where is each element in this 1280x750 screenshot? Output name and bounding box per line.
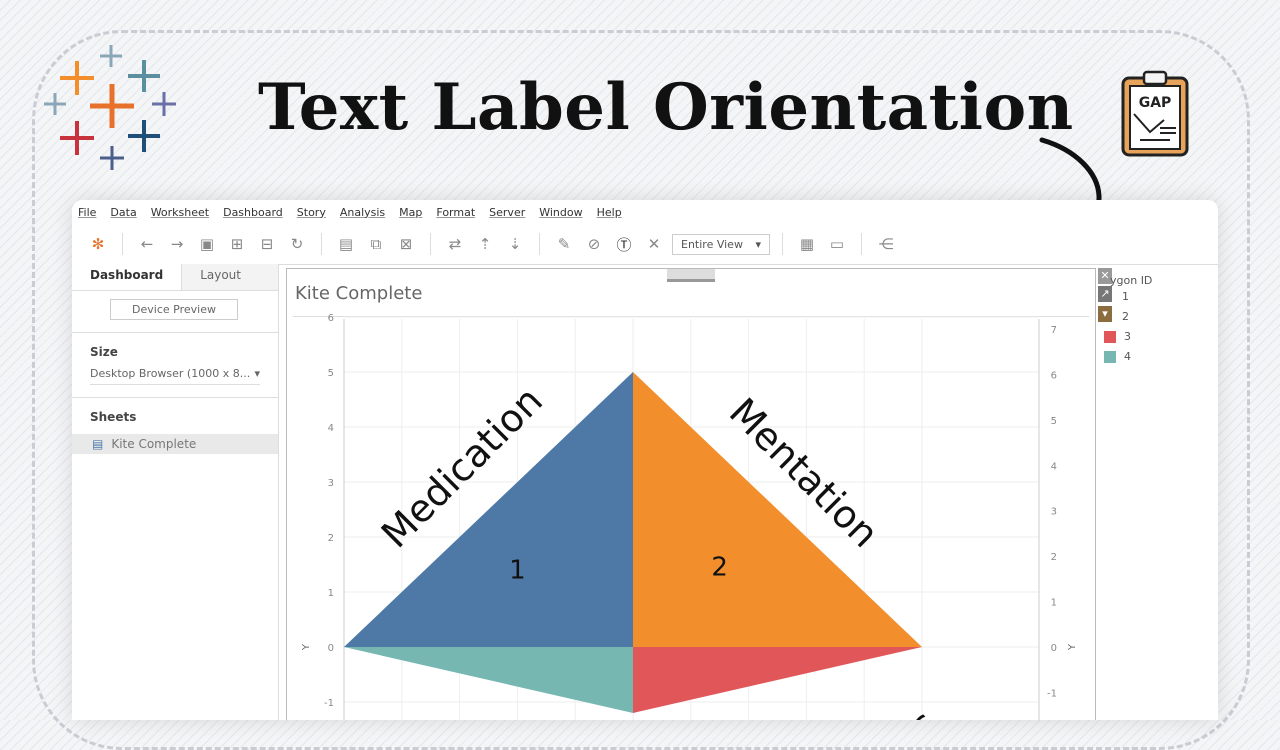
page-title: Text Label Orientation bbox=[258, 70, 1074, 145]
legend-label-4: 4 bbox=[1124, 350, 1131, 363]
save-icon[interactable]: ▣ bbox=[195, 235, 219, 253]
left-tick-label: 5 bbox=[328, 368, 334, 379]
chevron-down-icon: ▾ bbox=[755, 237, 761, 251]
fit-dropdown-value: Entire View bbox=[681, 237, 743, 251]
kite-chart: 6543210-176543210-1Y Y1 2Medication Mentati… bbox=[301, 313, 1078, 720]
tab-dashboard[interactable]: Dashboard bbox=[72, 264, 183, 290]
chevron-down-icon: ▾ bbox=[254, 367, 260, 380]
fix-axes-icon[interactable]: ✕ bbox=[642, 235, 666, 253]
size-dropdown[interactable]: Desktop Browser (1000 x 8... ▾ bbox=[90, 367, 260, 385]
show-labels-icon[interactable]: Ⓣ bbox=[612, 234, 636, 255]
left-tick-label: 2 bbox=[328, 533, 334, 544]
tableau-window: File Data Worksheet Dashboard Story Anal… bbox=[72, 200, 1218, 720]
right-tick-label: 2 bbox=[1051, 552, 1057, 563]
fit-dropdown[interactable]: Entire View ▾ bbox=[672, 233, 770, 255]
duplicate-icon[interactable]: ⧉ bbox=[364, 235, 388, 253]
menu-help[interactable]: Help bbox=[597, 206, 622, 219]
show-cards-icon[interactable]: ▦ bbox=[795, 235, 819, 253]
menu-analysis[interactable]: Analysis bbox=[340, 206, 385, 219]
refresh-icon[interactable]: ↻ bbox=[285, 235, 309, 253]
dropdown-icon[interactable]: ▾ bbox=[1098, 306, 1112, 322]
left-tick-label: -1 bbox=[324, 698, 334, 709]
dashboard-canvas[interactable]: Kite Complete 6 5 4 3 2 1 0 -1 7 6 5 4 3 2 1 0 -1 Y Y 1 2 Med… bbox=[286, 268, 1096, 720]
right-tick-label: 6 bbox=[1051, 370, 1057, 381]
right-tick-label: 1 bbox=[1051, 598, 1057, 609]
left-tick-label: 1 bbox=[328, 588, 334, 599]
clear-sheet-icon[interactable]: ⊠ bbox=[394, 235, 418, 253]
sheet-icon: ▤ bbox=[92, 437, 104, 451]
highlight-icon[interactable]: ✎ bbox=[552, 235, 576, 253]
menu-map[interactable]: Map bbox=[399, 206, 422, 219]
new-sheet-icon[interactable]: ▤ bbox=[334, 235, 358, 253]
right-tick-label: 4 bbox=[1051, 461, 1057, 472]
size-dropdown-value: Desktop Browser (1000 x 8... bbox=[90, 367, 251, 380]
polygon-4 bbox=[344, 647, 633, 713]
right-tick-label: 7 bbox=[1051, 325, 1057, 336]
sheet-item-label: Kite Complete bbox=[111, 437, 197, 451]
left-tick-label: 4 bbox=[328, 423, 334, 434]
legend-title: ygon ID bbox=[1110, 274, 1153, 287]
sort-asc-icon[interactable]: ⇡ bbox=[473, 235, 497, 253]
menu-story[interactable]: Story bbox=[297, 206, 326, 219]
menu-worksheet[interactable]: Worksheet bbox=[151, 206, 209, 219]
legend-item-4[interactable]: 4 bbox=[1104, 350, 1131, 363]
legend-swatch-3 bbox=[1104, 330, 1116, 343]
menu-data[interactable]: Data bbox=[110, 206, 136, 219]
left-tick-label: 3 bbox=[328, 478, 334, 489]
tableau-logo bbox=[44, 45, 176, 170]
left-tick-label: 0 bbox=[328, 643, 334, 654]
legend-item-3[interactable]: 3 bbox=[1104, 330, 1131, 343]
right-tick-label: 0 bbox=[1051, 643, 1057, 654]
toolbar: ✻ ← → ▣ ⊞ ⊟ ↻ ▤ ⧉ ⊠ ⇄ ⇡ ⇣ ✎ ⊘ Ⓣ ✕ Entire… bbox=[72, 224, 1218, 265]
polygon-legend: ✕ ↗ ▾ ygon ID 1 2 3 4 bbox=[1098, 264, 1218, 424]
tab-layout[interactable]: Layout bbox=[182, 264, 278, 290]
legend-swatch-4 bbox=[1104, 350, 1116, 363]
menu-format[interactable]: Format bbox=[436, 206, 475, 219]
share-icon[interactable]: ⋲ bbox=[874, 235, 898, 253]
legend-item-2[interactable]: 2 bbox=[1122, 310, 1129, 323]
tab-layout-label: Layout bbox=[200, 268, 241, 282]
presentation-icon[interactable]: ▭ bbox=[825, 235, 849, 253]
polygon-3 bbox=[633, 647, 922, 713]
gap-badge-text: GAP bbox=[1139, 95, 1172, 111]
swap-icon[interactable]: ⇄ bbox=[443, 235, 467, 253]
legend-label-1: 1 bbox=[1122, 290, 1129, 303]
right-tick-label: 5 bbox=[1051, 416, 1057, 427]
polygon-number-2: 2 bbox=[711, 553, 728, 583]
dashboard-sidebar: Dashboard Layout Device Preview Size Des… bbox=[72, 264, 279, 720]
menu-dashboard[interactable]: Dashboard bbox=[223, 206, 283, 219]
clipboard-icon: GAP bbox=[1121, 70, 1189, 157]
group-icon[interactable]: ⊘ bbox=[582, 235, 606, 253]
forward-icon[interactable]: → bbox=[165, 235, 189, 253]
pause-updates-icon[interactable]: ⊟ bbox=[255, 235, 279, 253]
menu-server[interactable]: Server bbox=[489, 206, 525, 219]
sort-desc-icon[interactable]: ⇣ bbox=[503, 235, 527, 253]
right-tick-label: -1 bbox=[1047, 688, 1057, 699]
legend-label-2: 2 bbox=[1122, 310, 1129, 323]
left-tick-label: 6 bbox=[328, 313, 334, 324]
right-axis-title: Y bbox=[1067, 643, 1078, 651]
menu-bar: File Data Worksheet Dashboard Story Anal… bbox=[72, 200, 1218, 224]
size-heading: Size bbox=[90, 345, 118, 359]
new-datasource-icon[interactable]: ⊞ bbox=[225, 235, 249, 253]
menu-file[interactable]: File bbox=[78, 206, 96, 219]
menu-window[interactable]: Window bbox=[539, 206, 582, 219]
legend-item-1[interactable]: 1 bbox=[1122, 290, 1129, 303]
polygon-number-1: 1 bbox=[509, 555, 526, 585]
left-axis-title: Y bbox=[301, 643, 312, 651]
device-preview-button[interactable]: Device Preview bbox=[110, 299, 238, 320]
popout-icon[interactable]: ↗ bbox=[1098, 286, 1112, 302]
back-icon[interactable]: ← bbox=[135, 235, 159, 253]
sheet-item[interactable]: ▤ Kite Complete bbox=[72, 434, 278, 454]
edge-label-3: rs bbox=[890, 702, 946, 720]
polygon-2 bbox=[633, 372, 922, 647]
sheets-heading: Sheets bbox=[90, 410, 137, 424]
tableau-home-icon[interactable]: ✻ bbox=[86, 235, 110, 253]
right-tick-label: 3 bbox=[1051, 507, 1057, 518]
legend-label-3: 3 bbox=[1124, 330, 1131, 343]
